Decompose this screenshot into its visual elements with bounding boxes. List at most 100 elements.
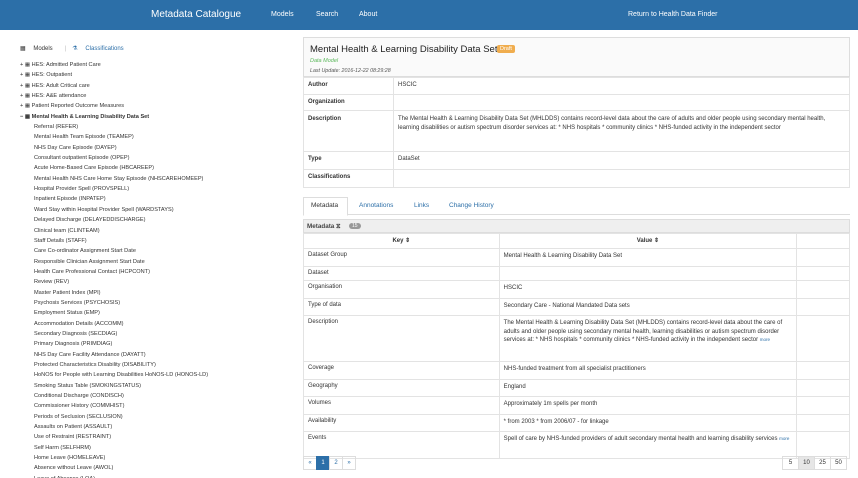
tab-change-history[interactable]: Change History [449, 202, 494, 209]
tree-child-item[interactable]: Accommodation Details (ACCOMM) [20, 319, 295, 329]
tree-child-item[interactable]: Secondary Diagnosis (SECDIAG) [20, 329, 295, 339]
tree-model-item[interactable]: + ▦ HES: Adult Critical care [20, 81, 295, 91]
prop-value [393, 94, 850, 111]
metadata-count-badge: 15 [349, 223, 361, 229]
tab-classifications[interactable]: ⚗ Classifications [72, 45, 129, 52]
tree-child-item[interactable]: HoNOS for People with Learning Disabilit… [20, 370, 295, 380]
metadata-key: Type of data [303, 297, 500, 317]
nav-about[interactable]: About [359, 11, 377, 18]
tree-child-item[interactable]: Master Patient Index (MPI) [20, 288, 295, 298]
page-size-selector: 5 10 25 50 [782, 456, 847, 470]
metadata-value-text: Secondary Care - National Mandated Data … [503, 302, 630, 309]
tree-child-item[interactable]: Review (REV) [20, 277, 295, 287]
tree-child-item[interactable]: NHS Day Care Episode (DAYEP) [20, 143, 295, 153]
metadata-extra-cell [796, 280, 850, 299]
tree-child-item[interactable]: Hospital Provider Spell (PROVSPELL) [20, 184, 295, 194]
page-1-button[interactable]: 1 [316, 456, 330, 470]
page-2-button[interactable]: 2 [329, 456, 343, 470]
metadata-extra-cell [796, 315, 850, 363]
tree-child-item[interactable]: Employment Status (EMP) [20, 308, 295, 318]
tree-child-item[interactable]: Ward Stay within Hospital Provider Spell… [20, 205, 295, 215]
metadata-value-text: Approximately 1m spells per month [503, 401, 598, 408]
metadata-extra-cell [796, 431, 850, 460]
prop-key: Type [303, 151, 394, 170]
page-size-50-button[interactable]: 50 [830, 456, 847, 470]
model-type-label: Data Model [310, 58, 339, 64]
tree-child-item[interactable]: Assaults on Patient (ASSAULT) [20, 422, 295, 432]
next-page-button[interactable]: » [342, 456, 356, 470]
metadata-value: England [498, 378, 798, 398]
brand-link[interactable]: Metadata Catalogue [151, 9, 241, 20]
metadata-key: Availability [303, 413, 500, 433]
metadata-value: HSCIC [498, 280, 798, 299]
model-tree: + ▦ HES: Admitted Patient Care + ▦ HES: O… [20, 60, 295, 478]
tree-child-item[interactable]: Absence without Leave (AWOL) [20, 463, 295, 473]
tree-child-item[interactable]: Consultant outpatient Episode (OPEP) [20, 153, 295, 163]
nav-models[interactable]: Models [271, 11, 294, 18]
tree-child-item[interactable]: Delayed Discharge (DELAYEDDISCHARGE) [20, 215, 295, 225]
metadata-key: Organisation [303, 280, 500, 299]
tree-child-item[interactable]: Responsible Clinician Assignment Start D… [20, 257, 295, 267]
tree-child-item[interactable]: Leave of Absence (LOA) [20, 474, 295, 478]
return-link[interactable]: Return to Health Data Finder [628, 11, 718, 18]
tree-model-item[interactable]: + ▦ Patient Reported Outcome Measures [20, 101, 295, 111]
tab-links[interactable]: Links [414, 202, 429, 209]
tree-child-item[interactable]: Health Care Professional Contact (HCPCON… [20, 267, 295, 277]
tree-child-item[interactable]: Home Leave (HOMELEAVE) [20, 453, 295, 463]
metadata-header[interactable]: Metadata ⧖ 15 [303, 219, 850, 233]
metadata-value [498, 265, 798, 282]
tree-child-item[interactable]: Care Co-ordinator Assignment Start Date [20, 246, 295, 256]
metadata-value: Spell of care by NHS-funded providers of… [498, 431, 798, 460]
tree-child-item[interactable]: Referral (REFER) [20, 122, 295, 132]
tab-annotations[interactable]: Annotations [359, 202, 393, 209]
tree-child-item[interactable]: Clinical team (CLINTEAM) [20, 226, 295, 236]
tree-child-item[interactable]: Use of Restraint (RESTRAINT) [20, 432, 295, 442]
tree-model-item[interactable]: + ▦ HES: Admitted Patient Care [20, 60, 295, 70]
tree-child-item[interactable]: Periods of Seclusion (SECLUSION) [20, 412, 295, 422]
pagination: «1 2» [303, 456, 356, 470]
column-value-header[interactable]: Value ⇕ [498, 233, 798, 249]
tree-child-item[interactable]: Primary Diagnosis (PRIMDIAG) [20, 339, 295, 349]
tree-child-item[interactable]: Protected Characteristics Disability (DI… [20, 360, 295, 370]
column-key-header[interactable]: Key ⇕ [303, 233, 500, 249]
metadata-key: Volumes [303, 396, 500, 415]
tree-model-item[interactable]: − ▦ Mental Health & Learning Disability … [20, 112, 295, 122]
table-row: Type of data Secondary Care - National Ma… [303, 297, 850, 317]
tree-child-item[interactable]: Commissioner History (COMMHIST) [20, 401, 295, 411]
nav-search[interactable]: Search [316, 11, 338, 18]
tree-child-item[interactable]: Acute Home-Based Care Episode (HBCAREEP) [20, 163, 295, 173]
metadata-value: NHS-funded treatment from all specialist… [498, 361, 798, 380]
more-link[interactable]: more [779, 436, 789, 441]
metadata-value-text: Mental Health & Learning Disability Data… [503, 253, 623, 259]
metadata-extra-cell [796, 297, 850, 317]
tree-child-item[interactable]: Smoking Status Table (SMOKINGSTATUS) [20, 381, 295, 391]
metadata-extra-cell [796, 378, 850, 398]
tree-child-item[interactable]: NHS Day Care Facility Attendance (DAYATT… [20, 350, 295, 360]
list-icon: ▦ [20, 46, 26, 52]
tree-model-item[interactable]: + ▦ HES: Outpatient [20, 70, 295, 80]
model-detail-panel: Mental Health & Learning Disability Data… [303, 37, 850, 478]
tab-models[interactable]: ▦ Models [20, 45, 59, 52]
tree-child-item[interactable]: Mental Health NHS Care Home Stay Episode… [20, 174, 295, 184]
tab-metadata[interactable]: Metadata [311, 202, 338, 209]
metadata-value: Mental Health & Learning Disability Data… [498, 248, 798, 267]
top-navbar: Metadata Catalogue Models Search About R… [0, 0, 858, 30]
more-link[interactable]: more [760, 337, 770, 342]
page-size-5-button[interactable]: 5 [782, 456, 799, 470]
tree-model-item[interactable]: + ▦ HES: A&E attendance [20, 91, 295, 101]
sitemap-icon: ⚗ [72, 46, 78, 52]
prop-value: HSCIC [393, 77, 850, 95]
tree-child-item[interactable]: Staff Details (STAFF) [20, 236, 295, 246]
tree-child-item[interactable]: Psychosis Services (PSYCHOSIS) [20, 298, 295, 308]
metadata-key: Description [303, 315, 500, 363]
tree-child-item[interactable]: Self Harm (SELFHRM) [20, 443, 295, 453]
page-size-10-button[interactable]: 10 [798, 456, 815, 470]
status-badge: Draft [497, 45, 515, 53]
page-size-25-button[interactable]: 25 [814, 456, 831, 470]
prev-page-button[interactable]: « [303, 456, 317, 470]
table-row: Events Spell of care by NHS-funded provid… [303, 431, 850, 460]
tree-child-item[interactable]: Mental Health Team Episode (TEAMEP) [20, 132, 295, 142]
tree-child-item[interactable]: Inpatient Episode (INPATEP) [20, 194, 295, 204]
detail-tabs: Metadata Annotations Links Change Histor… [303, 197, 850, 216]
tree-child-item[interactable]: Conditional Discharge (CONDISCH) [20, 391, 295, 401]
